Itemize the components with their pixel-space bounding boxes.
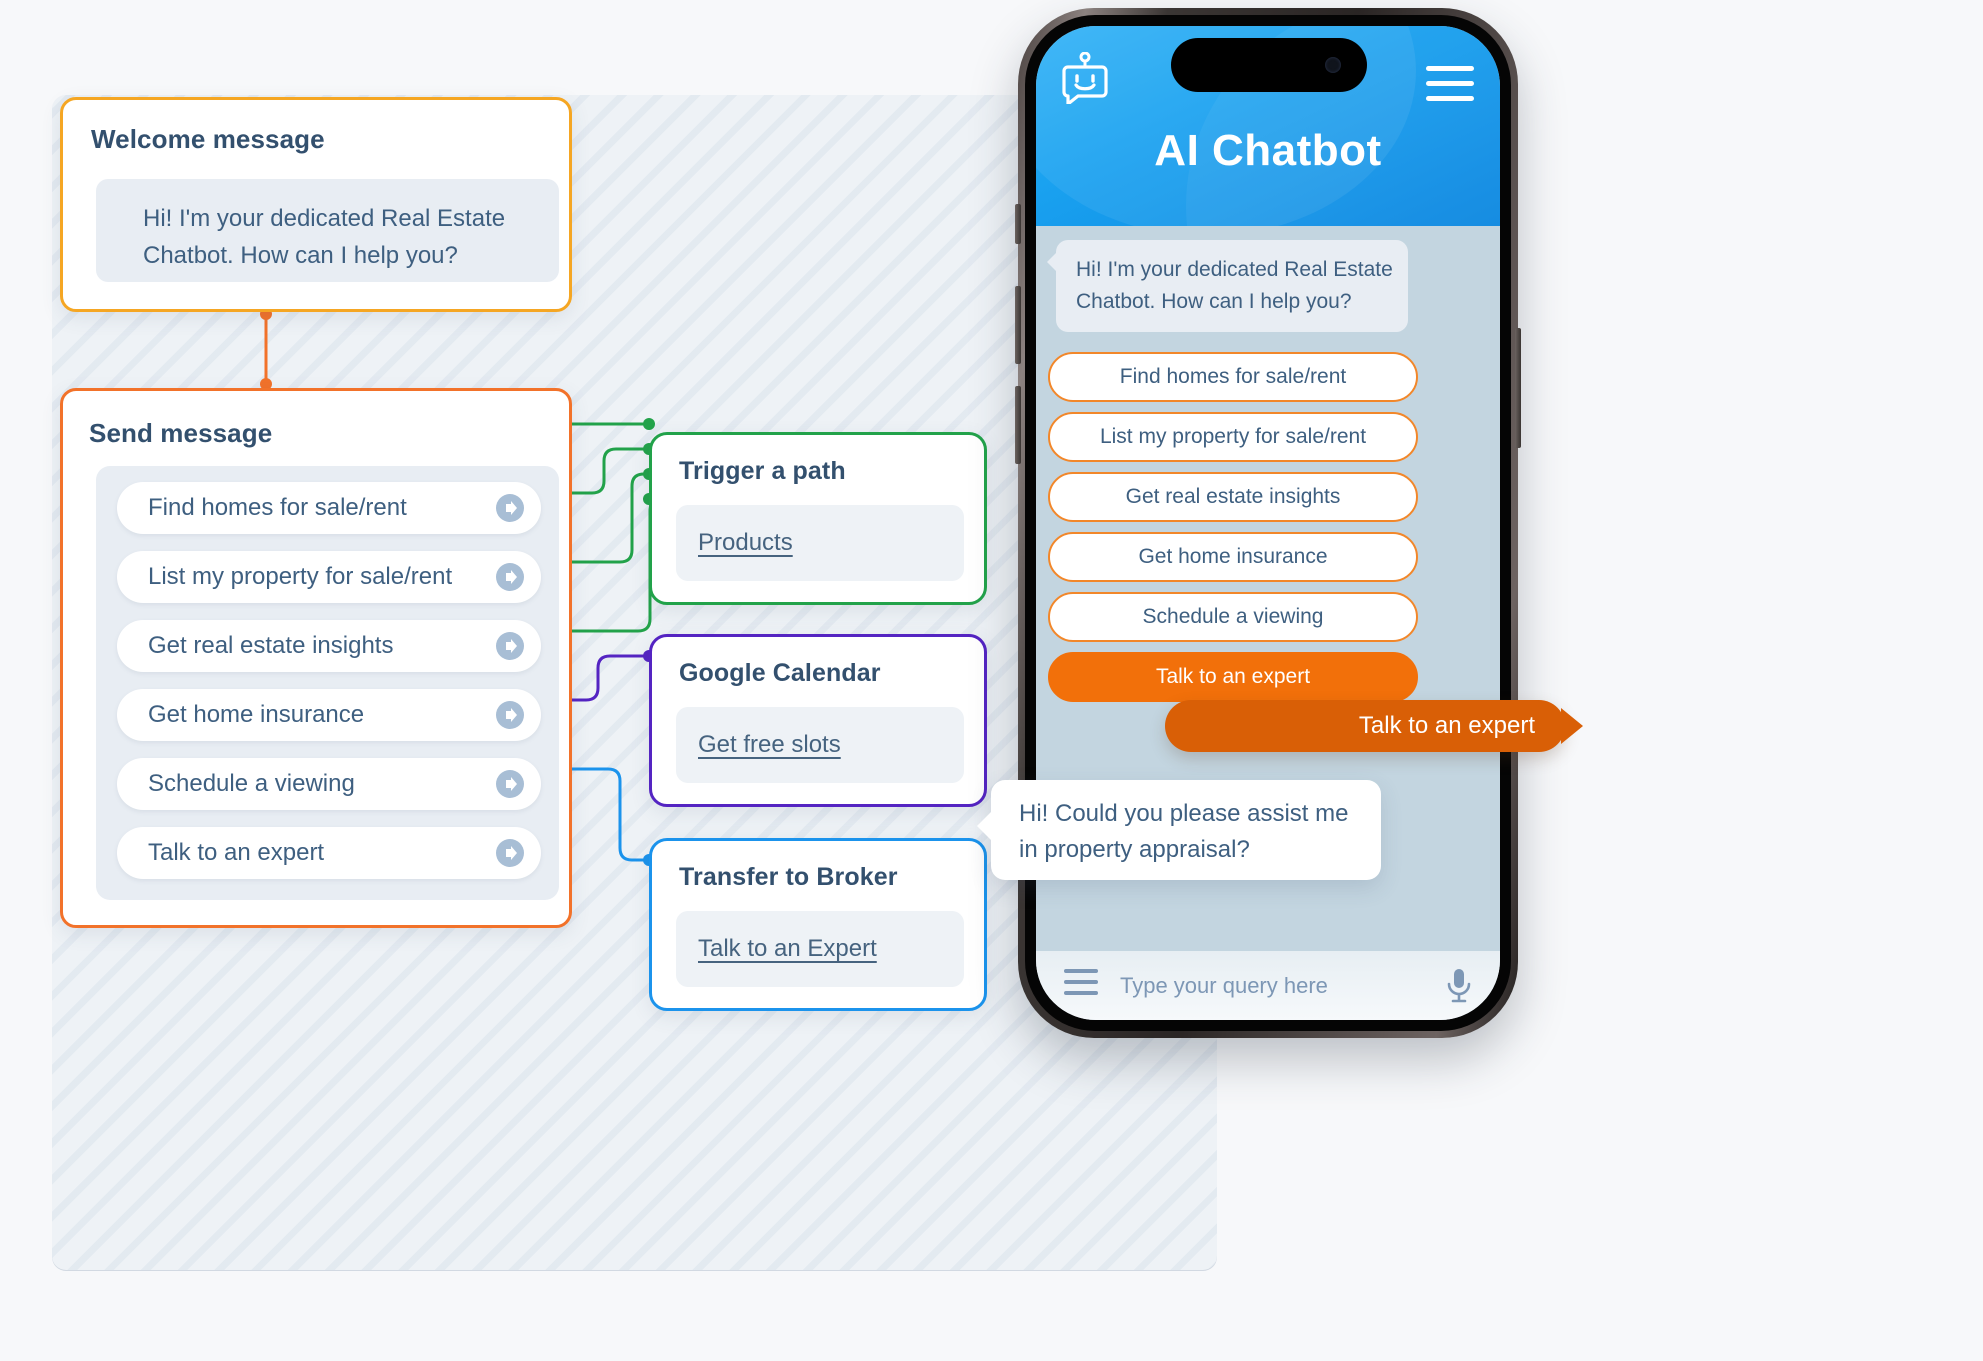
send-option-row[interactable]: Find homes for sale/rent	[117, 482, 541, 534]
node-welcome-message[interactable]: Welcome message Hi! I'm your dedicated R…	[60, 97, 572, 312]
welcome-message-bubble: Hi! I'm your dedicated Real Estate Chatb…	[96, 179, 559, 282]
node-title: Trigger a path	[679, 457, 846, 485]
chat-input-bar[interactable]: Type your query here	[1036, 951, 1500, 1020]
send-option-row[interactable]: Get real estate insights	[117, 620, 541, 672]
phone-dynamic-island	[1171, 38, 1367, 92]
node-title: Send message	[89, 418, 273, 448]
node-field[interactable]: Get free slots	[676, 707, 964, 783]
front-camera-icon	[1325, 57, 1341, 73]
robot-chat-icon	[1060, 51, 1110, 106]
quick-reply-button[interactable]: Schedule a viewing	[1048, 592, 1418, 642]
phone-power-button[interactable]	[1515, 328, 1521, 448]
user-message-bubble-overflow: Talk to an expert	[1165, 700, 1583, 752]
node-title: Welcome message	[91, 124, 325, 154]
node-field[interactable]: Products	[676, 505, 964, 581]
node-field-value: Talk to an Expert	[698, 935, 877, 962]
send-option-row[interactable]: Talk to an expert	[117, 827, 541, 879]
send-option-label: Get home insurance	[148, 701, 365, 728]
bot-message-bubble: Hi! I'm your dedicated Real Estate Chatb…	[1056, 240, 1408, 332]
arrow-right-circle-icon[interactable]	[495, 493, 525, 523]
hamburger-menu-icon[interactable]	[1426, 66, 1474, 101]
arrow-right-circle-icon[interactable]	[495, 769, 525, 799]
node-google-calendar[interactable]: Google Calendar Get free slots	[649, 634, 987, 807]
user-message-text: Talk to an expert	[1165, 700, 1565, 752]
phone-mute-button[interactable]	[1015, 204, 1021, 244]
hamburger-menu-icon[interactable]	[1064, 969, 1098, 1002]
arrow-right-circle-icon[interactable]	[495, 838, 525, 868]
send-option-row[interactable]: List my property for sale/rent	[117, 551, 541, 603]
bot-followup-bubble-overflow: Hi! Could you please assist me in proper…	[977, 780, 1381, 880]
welcome-message-text: Hi! I'm your dedicated Real Estate Chatb…	[143, 205, 506, 269]
bubble-tail	[1561, 708, 1583, 744]
phone-volume-down-button[interactable]	[1015, 386, 1021, 464]
send-option-row[interactable]: Schedule a viewing	[117, 758, 541, 810]
bot-followup-text: Hi! Could you please assist me in proper…	[1019, 800, 1349, 863]
quick-reply-button[interactable]: Find homes for sale/rent	[1048, 352, 1418, 402]
quick-reply-button[interactable]: Get home insurance	[1048, 532, 1418, 582]
send-option-row[interactable]: Get home insurance	[117, 689, 541, 741]
node-title: Google Calendar	[679, 659, 881, 687]
arrow-right-circle-icon[interactable]	[495, 562, 525, 592]
app-title: AI Chatbot	[1154, 126, 1382, 175]
node-send-message[interactable]: Send message Find homes for sale/rent Li…	[60, 388, 572, 928]
send-option-label: Get real estate insights	[148, 632, 394, 659]
node-title: Transfer to Broker	[679, 863, 898, 891]
phone-volume-up-button[interactable]	[1015, 286, 1021, 364]
send-option-label: Schedule a viewing	[148, 770, 355, 797]
send-options-list: Find homes for sale/rent List my propert…	[96, 466, 559, 900]
phone-mockup: AI Chatbot Hi! I'm your dedicated Real E…	[1015, 8, 1521, 1038]
bot-message-text: Hi! I'm your dedicated Real Estate Chatb…	[1076, 258, 1393, 313]
quick-reply-button[interactable]: Get real estate insights	[1048, 472, 1418, 522]
send-option-label: Talk to an expert	[148, 839, 325, 866]
arrow-right-circle-icon[interactable]	[495, 700, 525, 730]
node-transfer-to-broker[interactable]: Transfer to Broker Talk to an Expert	[649, 838, 987, 1011]
quick-reply-button[interactable]: List my property for sale/rent	[1048, 412, 1418, 462]
node-field[interactable]: Talk to an Expert	[676, 911, 964, 987]
node-field-value: Products	[698, 529, 793, 556]
microphone-icon[interactable]	[1446, 968, 1472, 1004]
send-option-label: Find homes for sale/rent	[148, 494, 407, 521]
chat-input-placeholder[interactable]: Type your query here	[1120, 973, 1328, 999]
send-option-label: List my property for sale/rent	[148, 563, 453, 590]
node-trigger-a-path[interactable]: Trigger a path Products	[649, 432, 987, 605]
node-field-value: Get free slots	[698, 731, 841, 758]
arrow-right-circle-icon[interactable]	[495, 631, 525, 661]
quick-reply-button-primary[interactable]: Talk to an expert	[1048, 652, 1418, 702]
bubble-tail	[977, 810, 993, 842]
